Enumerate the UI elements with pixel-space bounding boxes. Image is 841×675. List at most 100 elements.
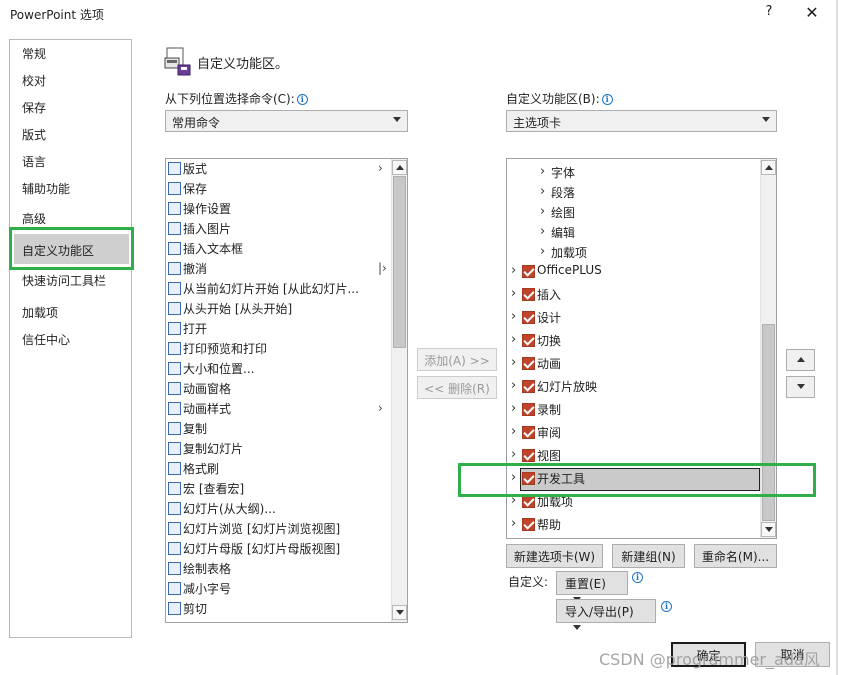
command-list-item[interactable]: 打印预览和打印 [168,340,267,360]
chevron-right-icon[interactable]: › [511,286,519,301]
ribbon-tab-label: OfficePLUS [537,263,602,277]
command-label: 减小字号 [183,582,232,596]
choose-commands-combo[interactable]: 常用命令 [165,110,408,132]
chevron-right-icon[interactable]: › [511,309,519,324]
command-list-item[interactable]: 动画样式 › [168,400,383,420]
checkbox-checked-icon[interactable] [522,518,535,531]
chevron-right-icon[interactable]: › [511,516,519,531]
scroll-up-icon[interactable] [761,160,776,175]
command-list-item[interactable]: 幻灯片母版 [幻灯片母版视图] [168,540,340,560]
move-up-button[interactable] [786,349,815,371]
chevron-right-icon[interactable]: › [540,224,548,239]
command-list-item[interactable]: 插入图片 [168,220,231,240]
scroll-thumb[interactable] [393,176,406,348]
commands-scrollbar[interactable] [391,159,407,622]
checkbox-checked-icon[interactable] [522,426,535,439]
info-icon: i [601,94,613,105]
scroll-down-icon[interactable] [761,522,776,537]
chevron-right-icon[interactable]: › [511,263,519,278]
add-button[interactable]: 添加(A) >> [417,348,497,371]
nav-item-save[interactable]: 保存 [22,99,46,116]
submenu-arrow-icon: › [378,161,383,175]
nav-item-quick-access-toolbar[interactable]: 快速访问工具栏 [22,272,106,289]
command-list-item[interactable]: 格式刷 [168,460,219,480]
chevron-right-icon[interactable]: › [511,447,519,462]
checkbox-checked-icon[interactable] [522,357,535,370]
command-list-item[interactable]: 撤消 |› [168,260,387,280]
checkbox-checked-icon[interactable] [522,265,535,278]
reset-dropdown[interactable]: 重置(E) [556,571,628,602]
command-list-item[interactable]: 动画窗格 [168,380,231,400]
command-list-item[interactable]: 宏 [查看宏] [168,480,244,500]
nav-item-add-ins[interactable]: 加载项 [22,304,58,321]
command-list-item[interactable]: 幻灯片(从大纲)... [168,500,276,520]
rename-button[interactable]: 重命名(M)... [694,544,777,568]
commands-listbox[interactable]: 版式 › 保存操作设置 插入图片插入文本框撤消 |› 从当前幻灯片开始 [从此幻灯片...… [165,158,408,623]
nav-item-accessibility[interactable]: 辅助功能 [22,180,70,197]
command-list-item[interactable]: 剪切 [168,600,207,620]
checkbox-checked-icon[interactable] [522,449,535,462]
nav-item-language[interactable]: 语言 [22,153,46,170]
command-list-item[interactable]: 复制 [168,420,207,440]
command-list-item[interactable]: 操作设置 [168,200,231,220]
checkbox-checked-icon[interactable] [522,380,535,393]
command-list-item[interactable]: 绘制表格 [168,560,231,580]
checkbox-checked-icon[interactable] [522,288,535,301]
command-label: 打印预览和打印 [183,342,268,356]
command-list-item[interactable]: 从当前幻灯片开始 [从此幻灯片... [168,280,359,300]
checkbox-checked-icon[interactable] [522,403,535,416]
command-list-item[interactable]: 减小字号 [168,580,231,600]
chevron-right-icon[interactable]: › [540,164,548,179]
chevron-right-icon[interactable]: › [540,244,548,259]
nav-item-proofing[interactable]: 校对 [22,72,46,89]
checkbox-checked-icon[interactable] [522,311,535,324]
command-label: 幻灯片浏览 [幻灯片浏览视图] [183,522,341,536]
from-current-slide-icon [168,282,181,295]
undo-icon [168,262,181,275]
help-button[interactable]: ? [760,4,778,22]
ribbon-tab-label: 切换 [537,334,562,348]
command-list-item[interactable]: 复制幻灯片 [168,440,243,460]
command-list-item[interactable]: 打开 [168,320,207,340]
command-label: 保存 [183,182,208,196]
nav-item-trust-center[interactable]: 信任中心 [22,331,70,348]
chevron-right-icon[interactable]: › [511,332,519,347]
close-button[interactable]: ✕ [802,3,822,23]
nav-item-advanced[interactable]: 高级 [22,210,46,227]
action-settings-icon [168,202,181,215]
ribbon-tabs-combo[interactable]: 主选项卡 [506,110,777,132]
chevron-right-icon[interactable]: › [511,378,519,393]
command-list-item[interactable]: 幻灯片浏览 [幻灯片浏览视图] [168,520,340,540]
new-group-button[interactable]: 新建组(N) [612,544,685,568]
nav-item-layout[interactable]: 版式 [22,126,46,143]
chevron-down-icon [393,117,401,122]
command-list-item[interactable]: 从头开始 [从头开始] [168,300,292,320]
window-title: PowerPoint 选项 [10,8,104,22]
command-list-item[interactable]: 版式 › [168,160,383,180]
format-painter-icon [168,462,181,475]
chevron-right-icon[interactable]: › [511,424,519,439]
command-label: 插入文本框 [183,242,244,256]
chevron-right-icon[interactable]: › [540,184,548,199]
developer-tab-highlight-annotation [458,463,816,497]
ribbon-tabs-combo-value: 主选项卡 [513,116,562,130]
chevron-right-icon[interactable]: › [511,401,519,416]
scroll-up-icon[interactable] [392,160,407,175]
command-list-item[interactable]: 插入文本框 [168,240,243,260]
new-tab-button[interactable]: 新建选项卡(W) [506,544,603,568]
checkbox-checked-icon[interactable] [522,334,535,347]
nav-item-general[interactable]: 常规 [22,45,46,62]
command-list-item[interactable]: 保存 [168,180,207,200]
chevron-right-icon[interactable]: › [540,204,548,219]
chevron-right-icon[interactable]: › [511,355,519,370]
submenu-arrow-icon: |› [378,261,387,275]
cut-icon [168,602,181,615]
remove-button[interactable]: << 删除(R) [417,376,497,399]
scroll-down-icon[interactable] [392,605,407,620]
command-label: 从当前幻灯片开始 [从此幻灯片... [183,282,359,296]
import-export-dropdown[interactable]: 导入/导出(P) [556,599,656,630]
move-down-button[interactable] [786,376,815,398]
command-list-item[interactable]: 大小和位置... [168,360,254,380]
command-label: 复制幻灯片 [183,442,244,456]
ribbon-tab-label: 视图 [537,449,562,463]
